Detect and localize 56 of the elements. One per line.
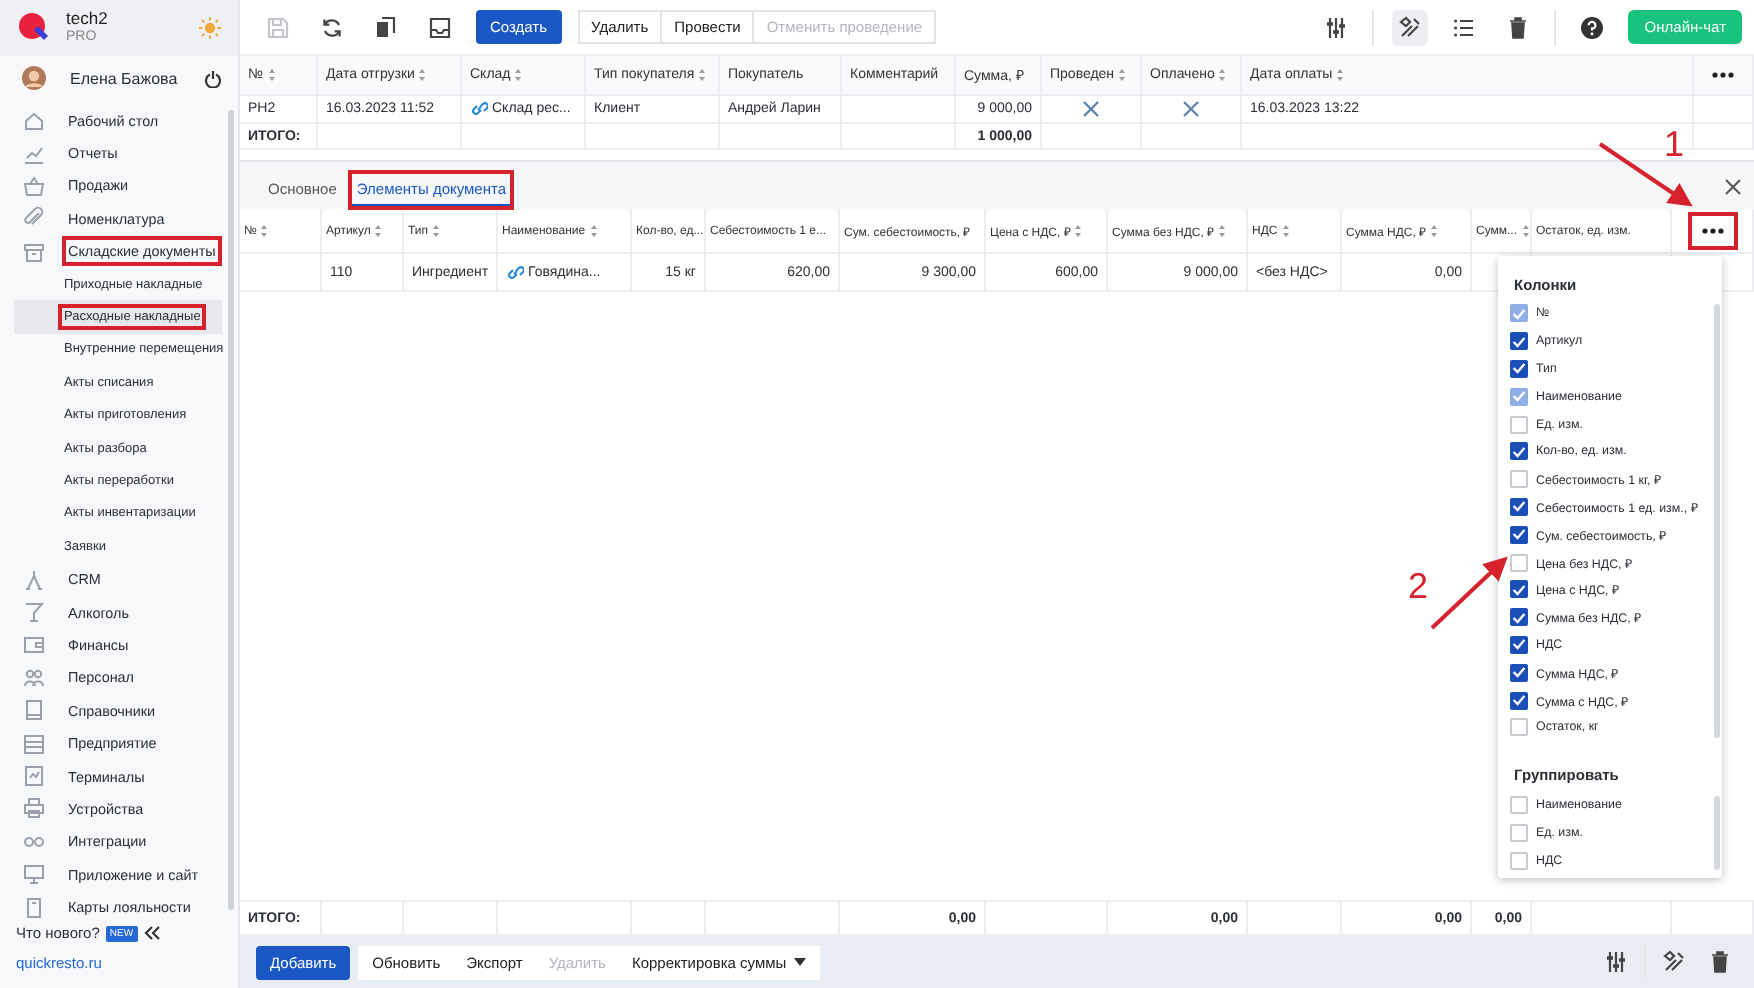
logo-icon [18, 12, 50, 44]
checkbox[interactable] [1510, 663, 1528, 682]
sort-icon[interactable] [1218, 68, 1227, 82]
checkbox[interactable] [1510, 525, 1528, 544]
sort-icon[interactable] [267, 68, 276, 82]
checkbox[interactable] [1510, 608, 1528, 627]
avatar [22, 66, 46, 90]
user-name: Елена Бажова [70, 69, 180, 87]
card-icon [22, 895, 46, 920]
checkbox[interactable] [1510, 442, 1528, 461]
checkbox[interactable] [1510, 635, 1528, 654]
book-icon [22, 698, 46, 723]
arrow [1430, 556, 1508, 630]
monitor-icon [22, 862, 46, 887]
sort-icon[interactable] [1118, 68, 1127, 82]
app-name: tech2 [66, 10, 110, 30]
checkbox[interactable] [1510, 359, 1528, 378]
basket-icon [22, 173, 46, 198]
sort-icon[interactable] [418, 68, 427, 82]
more-icon [1701, 228, 1723, 234]
glass-icon [22, 600, 46, 625]
checkbox[interactable] [1510, 497, 1528, 516]
sort-icon[interactable] [1281, 224, 1290, 238]
checkbox[interactable] [1510, 580, 1528, 599]
sort-icon[interactable] [589, 224, 598, 238]
sort-icon[interactable] [1217, 224, 1226, 238]
scrollbar[interactable] [228, 110, 234, 910]
wallet-icon [22, 632, 46, 657]
sort-icon[interactable] [260, 224, 269, 238]
more-button[interactable] [1689, 214, 1735, 248]
sort-icon[interactable] [514, 68, 523, 82]
step-number: 1 [1664, 124, 1685, 166]
power-icon[interactable] [204, 69, 222, 87]
building-icon [22, 731, 46, 756]
home-icon [22, 108, 46, 133]
printer-icon [22, 796, 46, 821]
collapse-icon[interactable] [143, 926, 160, 940]
sort-icon[interactable] [374, 224, 383, 238]
sort-icon[interactable] [698, 68, 707, 82]
caret-icon [794, 958, 807, 966]
sort-icon[interactable] [1073, 224, 1082, 238]
sort-icon[interactable] [1336, 68, 1345, 82]
checkbox[interactable] [1510, 691, 1528, 710]
sort-icon[interactable] [432, 224, 441, 238]
screen-icon [22, 764, 46, 788]
close-icon[interactable] [1724, 177, 1742, 195]
tools-icon[interactable] [1392, 9, 1429, 45]
link-icon[interactable] [470, 100, 488, 118]
hierarchy-icon [22, 567, 46, 592]
people-icon [22, 665, 46, 690]
step-number: 2 [1408, 566, 1429, 608]
more-icon [1712, 72, 1734, 78]
sort-icon[interactable] [1429, 224, 1438, 238]
box-icon [22, 239, 46, 264]
checkbox[interactable] [1510, 332, 1528, 351]
link-icon[interactable] [506, 263, 524, 281]
